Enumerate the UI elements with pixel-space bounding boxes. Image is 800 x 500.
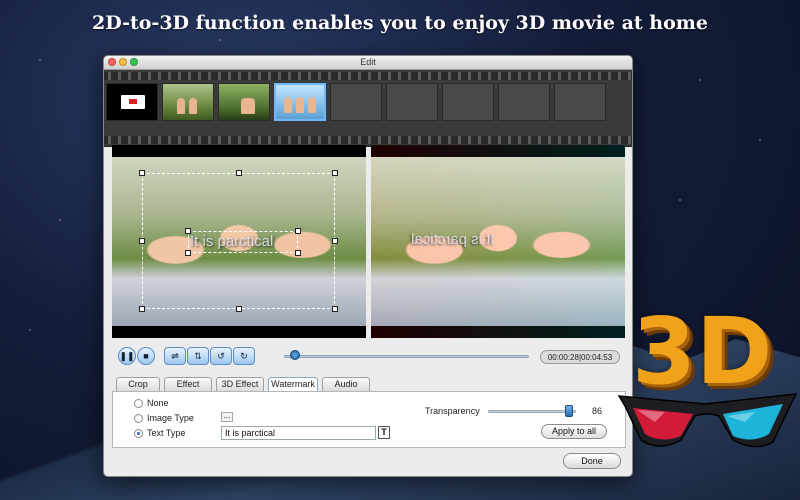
flip-vertical-button[interactable]: ⇅: [187, 347, 209, 365]
crop-handle[interactable]: [139, 306, 145, 312]
original-preview: It is parctical: [112, 145, 366, 338]
figure-icon: [241, 98, 255, 114]
radio-none-label: None: [147, 398, 169, 408]
text-format-button[interactable]: T: [378, 426, 390, 439]
radio-indicator[interactable]: [134, 413, 143, 423]
logo-thumbnail-image: [121, 95, 145, 109]
zoom-window-button[interactable]: [130, 58, 138, 66]
film-perforation-top: [104, 72, 632, 80]
clip-thumbnail-3[interactable]: [218, 83, 270, 121]
figure-icon: [189, 98, 197, 114]
promo-headline: 2D-to-3D function enables you to enjoy 3…: [92, 12, 708, 34]
film-perforation-bottom: [104, 136, 632, 144]
clip-thumbnail-4-selected[interactable]: [274, 83, 326, 121]
rotate-left-icon: ↺: [217, 350, 225, 361]
watermark-text-output: It is parctical: [411, 231, 495, 248]
edit-tabs: Crop Effect 3D Effect Watermark Audio: [116, 377, 370, 391]
empty-frame-slot: [498, 83, 550, 121]
radio-image-type[interactable]: Image Type: [134, 413, 194, 423]
transparency-value: 86: [592, 406, 603, 416]
radio-text-type-label: Text Type: [147, 428, 186, 438]
clip-thumbnail-2[interactable]: [162, 83, 214, 121]
stop-button[interactable]: ■: [137, 347, 155, 365]
figure-icon: [284, 97, 292, 113]
clip-filmstrip: [104, 70, 632, 147]
watermark-text-original: It is parctical: [190, 233, 274, 250]
rotate-right-button[interactable]: ↻: [233, 347, 255, 365]
tab-watermark[interactable]: Watermark: [268, 377, 318, 391]
flip-horizontal-icon: ⇌: [171, 350, 179, 361]
crop-handle[interactable]: [139, 238, 145, 244]
transparency-slider-track[interactable]: [488, 410, 576, 413]
crop-handle[interactable]: [332, 238, 338, 244]
timecode-display: 00:00:28|00:04:53: [540, 350, 620, 364]
rotate-right-icon: ↻: [240, 350, 248, 361]
filmstrip-frames: [106, 83, 606, 121]
window-controls: [108, 58, 138, 66]
crop-handle[interactable]: [139, 170, 145, 176]
empty-frame-slot: [442, 83, 494, 121]
pause-icon: ❚❚: [119, 350, 135, 361]
radio-indicator-selected[interactable]: [134, 428, 143, 438]
empty-frame-slot: [330, 83, 382, 121]
window-title: Edit: [360, 57, 376, 67]
flip-horizontal-button[interactable]: ⇌: [164, 347, 186, 365]
transform-controls-group: ⇌ ⇅ ↺ ↻: [164, 347, 255, 365]
tab-audio[interactable]: Audio: [322, 377, 370, 391]
transparency-label: Transparency: [425, 406, 480, 416]
crop-handle[interactable]: [332, 306, 338, 312]
watermark-text-input[interactable]: It is parctical: [221, 426, 376, 440]
playback-slider-track[interactable]: [284, 355, 529, 358]
figure-icon: [308, 97, 316, 113]
crop-handle[interactable]: [332, 170, 338, 176]
watermark-handle[interactable]: [295, 250, 301, 256]
stop-icon: ■: [143, 351, 149, 361]
crop-handle[interactable]: [236, 170, 242, 176]
play-controls-group: ❚❚ ■: [118, 347, 155, 365]
tab-effect[interactable]: Effect: [164, 377, 212, 391]
radio-indicator[interactable]: [134, 398, 143, 408]
crop-handle[interactable]: [236, 306, 242, 312]
close-window-button[interactable]: [108, 58, 116, 66]
clip-thumbnail-1[interactable]: [106, 83, 158, 121]
output-3d-preview: It is parctical: [371, 145, 625, 338]
empty-frame-slot: [386, 83, 438, 121]
radio-text-type[interactable]: Text Type: [134, 428, 185, 438]
watermark-panel: None Image Type Text Type ... It is parc…: [112, 391, 626, 448]
radio-image-type-label: Image Type: [147, 413, 194, 423]
anaglyph-overlay: [371, 145, 625, 338]
3d-glasses-icon: [617, 393, 798, 448]
figure-icon: [177, 98, 185, 114]
pause-button[interactable]: ❚❚: [118, 347, 136, 365]
apply-to-all-button[interactable]: Apply to all: [541, 424, 607, 439]
window-titlebar: Edit: [104, 56, 632, 70]
watermark-handle[interactable]: [185, 250, 191, 256]
choose-image-button[interactable]: ...: [221, 412, 233, 422]
playback-slider-thumb[interactable]: [290, 350, 300, 360]
figure-icon: [296, 97, 304, 113]
flip-vertical-icon: ⇅: [194, 350, 202, 361]
rotate-left-button[interactable]: ↺: [210, 347, 232, 365]
transparency-slider-thumb[interactable]: [565, 405, 573, 417]
empty-frame-slot: [554, 83, 606, 121]
edit-window: Edit It is parctical It is parctical ❚❚ …: [103, 55, 633, 477]
tab-crop[interactable]: Crop: [116, 377, 160, 391]
minimize-window-button[interactable]: [119, 58, 127, 66]
done-button[interactable]: Done: [563, 453, 621, 469]
watermark-handle[interactable]: [295, 228, 301, 234]
tab-3d-effect[interactable]: 3D Effect: [216, 377, 264, 391]
playback-controls: ❚❚ ■ ⇌ ⇅ ↺ ↻ 00:00:28|00:04:53: [112, 347, 630, 367]
radio-none[interactable]: None: [134, 398, 169, 408]
